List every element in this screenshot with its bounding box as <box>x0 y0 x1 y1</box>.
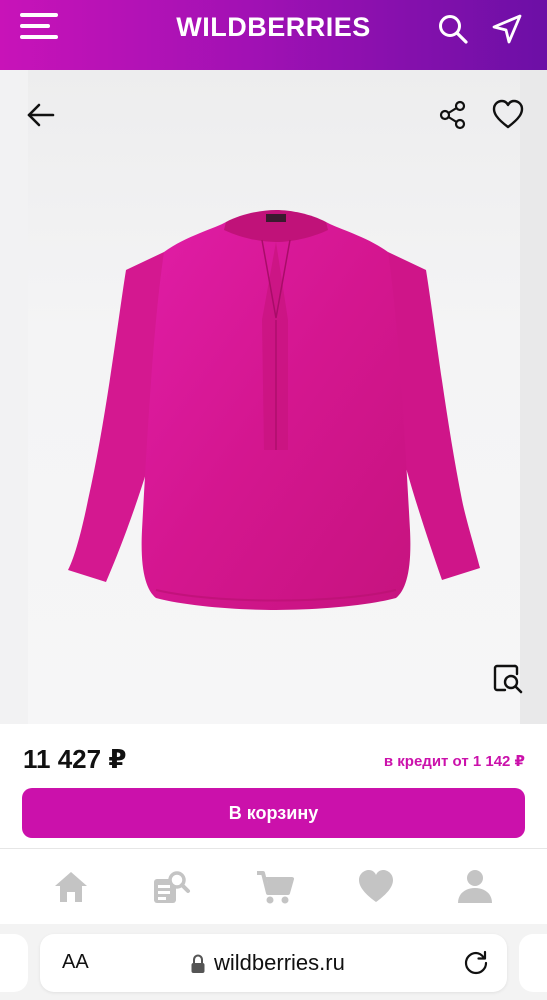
share-icon[interactable] <box>436 98 470 132</box>
app-header: WILDBERRIES <box>0 0 547 70</box>
back-arrow-icon[interactable] <box>24 98 58 132</box>
home-icon[interactable] <box>51 867 91 907</box>
previous-tab[interactable] <box>0 934 28 992</box>
add-to-cart-button[interactable]: В корзину <box>22 788 525 838</box>
product-price: 11 427 ₽ <box>23 744 127 774</box>
text-size-button[interactable]: AA <box>62 951 89 974</box>
image-search-icon[interactable] <box>491 662 525 696</box>
profile-icon[interactable] <box>455 867 495 907</box>
reload-icon[interactable] <box>462 949 490 977</box>
gallery-edge-left <box>0 70 28 724</box>
credit-offer-link[interactable]: в кредит от 1 142 ₽ <box>384 752 525 770</box>
next-tab[interactable] <box>519 934 547 992</box>
product-gallery[interactable] <box>27 70 524 724</box>
url-text: wildberries.ru <box>214 950 345 975</box>
lock-icon <box>191 954 205 973</box>
catalog-icon[interactable] <box>151 867 191 907</box>
search-icon[interactable] <box>437 13 469 45</box>
geolocation-icon[interactable] <box>491 13 523 45</box>
heart-icon[interactable] <box>491 98 525 132</box>
bottom-navigation <box>0 848 547 924</box>
favorites-icon[interactable] <box>356 867 396 907</box>
address-bar[interactable]: AA wildberries.ru <box>40 934 507 992</box>
cart-icon[interactable] <box>255 867 295 907</box>
product-image <box>68 210 480 610</box>
gallery-edge-right <box>520 70 547 724</box>
browser-toolbar: AA wildberries.ru <box>0 924 547 1000</box>
